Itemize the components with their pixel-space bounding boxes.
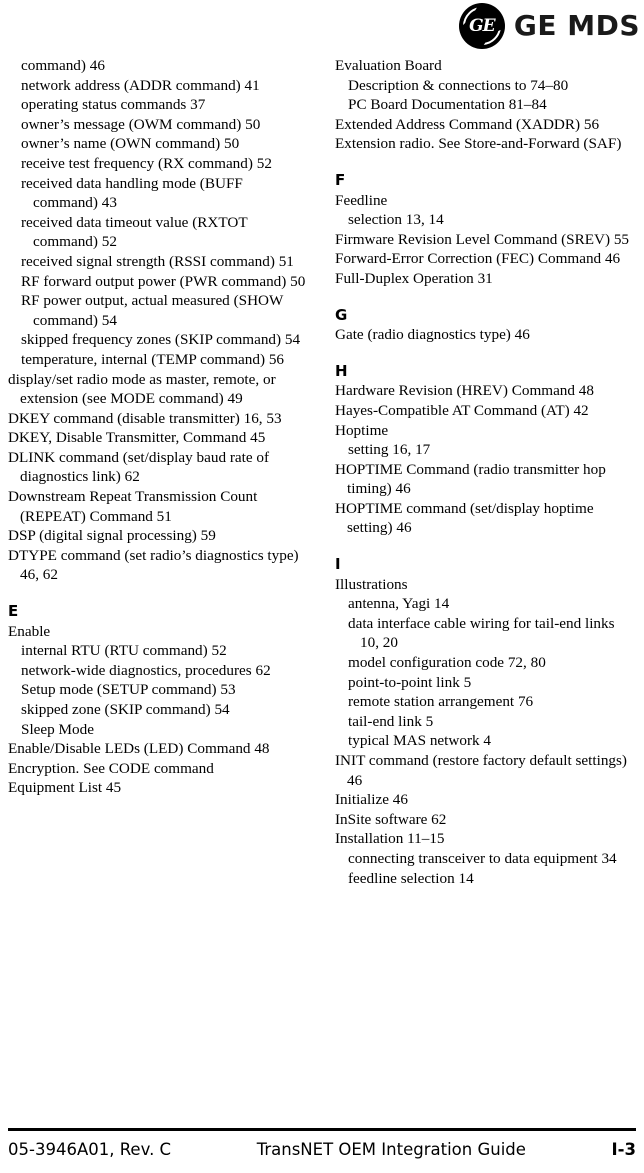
index-entry: Initialize 46	[335, 791, 408, 809]
footer-divider	[8, 1128, 636, 1131]
index-entry: Hardware Revision (HREV) Command 48	[335, 382, 594, 400]
index-entry: Setup mode (SETUP command) 53	[21, 681, 236, 699]
index-entry: DLINK command (set/display baud rate of …	[8, 448, 270, 486]
index-entry: Equipment List 45	[8, 779, 122, 797]
index-entry: Gate (radio diagnostics type) 46	[335, 326, 530, 344]
index-column-left: command) 46 network address (ADDR command…	[0, 56, 322, 1128]
index-entry: Hoptime	[335, 421, 389, 439]
index-entry: internal RTU (RTU command) 52	[21, 642, 227, 660]
index-letter-heading: I	[335, 555, 341, 574]
index-body: command) 46 network address (ADDR command…	[0, 56, 644, 1128]
index-entry: Extended Address Command (XADDR) 56	[335, 115, 600, 133]
index-entry: display/set radio mode as master, remote…	[8, 370, 276, 408]
index-entry: selection 13, 14	[348, 211, 444, 229]
footer-row: 05-3946A01, Rev. C TransNET OEM Integrat…	[8, 1140, 636, 1159]
index-entry: DKEY command (disable transmitter) 16, 5…	[8, 409, 282, 427]
index-entry: DKEY, Disable Transmitter, Command 45	[8, 429, 266, 447]
index-entry: operating status commands 37	[21, 96, 206, 114]
index-entry: received signal strength (RSSI command) …	[21, 252, 294, 270]
index-entry: Encryption. See CODE command	[8, 759, 214, 777]
page-footer: 05-3946A01, Rev. C TransNET OEM Integrat…	[0, 1128, 644, 1173]
index-entry: HOPTIME command (set/display hoptime set…	[335, 499, 594, 537]
index-entry: feedline selection 14	[348, 869, 474, 887]
index-entry: data interface cable wiring for tail-end…	[348, 614, 615, 652]
index-entry: temperature, internal (TEMP command) 56	[21, 350, 285, 368]
index-entry: Enable/Disable LEDs (LED) Command 48	[8, 740, 270, 758]
index-entry: point-to-point link 5	[348, 673, 472, 691]
footer-page-number: I-3	[611, 1140, 636, 1159]
index-entry: receive test frequency (RX command) 52	[21, 154, 272, 172]
index-entry: Sleep Mode	[21, 720, 94, 738]
index-entry: owner’s name (OWN command) 50	[21, 135, 240, 153]
index-entry: INIT command (restore factory default se…	[335, 752, 627, 789]
index-entry: antenna, Yagi 14	[348, 595, 450, 613]
index-entry: DTYPE command (set radio’s diagnostics t…	[8, 546, 299, 584]
index-entry: network-wide diagnostics, procedures 62	[21, 661, 271, 679]
index-entry: Downstream Repeat Transmission Count (RE…	[8, 488, 258, 525]
index-entry: skipped zone (SKIP command) 54	[21, 701, 230, 718]
ge-roundel-icon: GE	[458, 3, 505, 49]
index-entry: Extension radio. See Store-and-Forward (…	[335, 135, 622, 153]
index-entry: typical MAS network 4	[348, 732, 491, 750]
index-entry: owner’s message (OWM command) 50	[21, 115, 261, 133]
footer-title: TransNET OEM Integration Guide	[256, 1140, 526, 1159]
index-entry: Firmware Revision Level Command (SREV) 5…	[335, 230, 630, 248]
index-entry: model configuration code 72, 80	[348, 654, 546, 672]
index-entry: tail-end link 5	[348, 712, 434, 730]
footer-document-number: 05-3946A01, Rev. C	[8, 1140, 172, 1159]
index-entry: Full-Duplex Operation 31	[335, 269, 493, 287]
index-entry: RF forward output power (PWR command) 50	[21, 272, 306, 290]
index-entry: Enable	[8, 622, 51, 640]
index-entry: skipped frequency zones (SKIP command) 5…	[21, 331, 301, 349]
index-entry: InSite software 62	[335, 810, 447, 828]
index-letter-heading: H	[335, 361, 348, 380]
index-entry: HOPTIME Command (radio transmitter hop t…	[335, 460, 606, 498]
index-entry: command) 46	[21, 57, 105, 74]
index-column-right: Evaluation Board Description & connection…	[322, 56, 644, 1128]
index-entry: network address (ADDR command) 41	[21, 76, 260, 94]
index-letter-heading: E	[8, 602, 19, 621]
index-entry: setting 16, 17	[348, 441, 431, 459]
index-entry: Feedline	[335, 191, 388, 209]
index-entry: Evaluation Board	[335, 57, 442, 74]
index-letter-heading: F	[335, 170, 346, 189]
index-entry: Hayes-Compatible AT Command (AT) 42	[335, 401, 589, 419]
index-entry: received data handling mode (BUFF comman…	[21, 174, 243, 212]
index-letter-heading: G	[335, 305, 348, 324]
page-header: GE GE MDS	[0, 0, 644, 56]
index-entry: received data timeout value (RXTOT comma…	[21, 213, 248, 251]
index-entry: remote station arrangement 76	[348, 693, 534, 711]
ge-mds-wordmark: GE MDS	[513, 9, 640, 42]
ge-monogram-letters: GE	[469, 15, 495, 36]
index-entry: connecting transceiver to data equipment…	[348, 849, 617, 867]
index-entry: Installation 11–15	[335, 830, 445, 848]
index-entry: Description & connections to 74–80	[348, 76, 569, 94]
ge-mds-logo: GE GE MDS	[458, 3, 640, 49]
index-entry: RF power output, actual measured (SHOW c…	[21, 292, 284, 329]
index-entry: DSP (digital signal processing) 59	[8, 527, 216, 545]
index-entry: Forward-Error Correction (FEC) Command 4…	[335, 250, 621, 268]
index-entry: Illustrations	[335, 575, 408, 593]
index-entry: PC Board Documentation 81–84	[348, 96, 547, 114]
